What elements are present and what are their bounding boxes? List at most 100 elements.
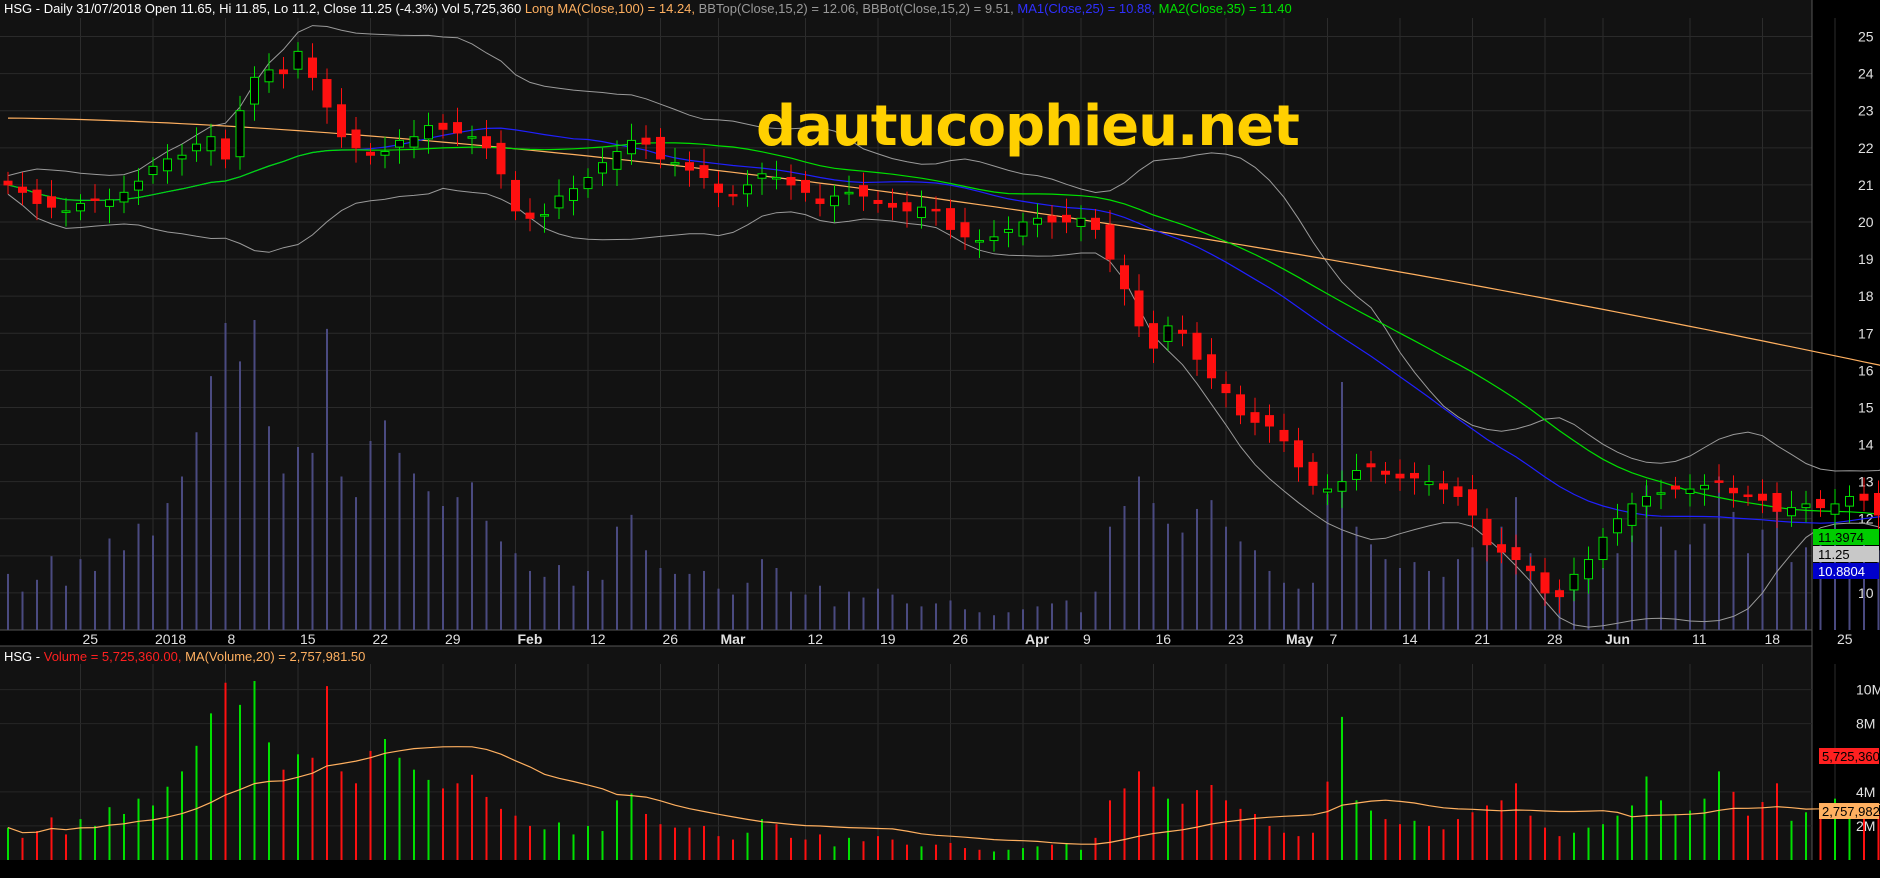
- candle-body: [598, 162, 607, 174]
- price-value-label: 11.25: [1813, 546, 1879, 562]
- candle-body: [554, 195, 564, 209]
- candle-body: [1163, 325, 1173, 342]
- volume-tick-label: 8M: [1856, 716, 1875, 732]
- y-tick-label: 21: [1858, 177, 1874, 193]
- candle-body: [1482, 518, 1492, 546]
- candle-body: [453, 122, 462, 134]
- x-tick-label: 23: [1228, 631, 1244, 647]
- candle-body: [351, 129, 361, 149]
- x-tick-label: 26: [953, 631, 969, 647]
- y-tick-label: 18: [1858, 288, 1874, 304]
- header-bbbot: BBBot(Close,15,2) = 9.51,: [862, 1, 1014, 16]
- candle-body: [1598, 536, 1608, 561]
- candle-body: [1656, 492, 1666, 495]
- candle-body: [1178, 329, 1187, 334]
- candle-body: [830, 195, 839, 207]
- volume-value-label: 5,725,360: [1819, 748, 1880, 764]
- candle-body: [192, 143, 201, 152]
- candle-body: [612, 151, 622, 170]
- candle-body: [960, 222, 970, 238]
- candle-body: [1830, 503, 1840, 515]
- price-header: HSG - Daily 31/07/2018 Open 11.65, Hi 11…: [4, 1, 1292, 16]
- x-tick-label: 29: [445, 631, 461, 647]
- candle-body: [438, 122, 448, 130]
- candle-body: [1236, 394, 1245, 416]
- candle-body: [1511, 547, 1521, 561]
- candle-body: [670, 162, 680, 165]
- candle-body: [1366, 463, 1376, 468]
- y-tick-label: 16: [1858, 362, 1874, 378]
- y-tick-label: 13: [1858, 474, 1874, 490]
- candle-body: [1685, 488, 1695, 495]
- y-tick-label: 20: [1858, 214, 1874, 230]
- candle-body: [1801, 503, 1811, 509]
- volume-header-volume: Volume = 5,725,360.00,: [43, 649, 182, 664]
- candle-body: [1859, 493, 1869, 501]
- candle-body: [250, 76, 259, 105]
- candle-body: [496, 142, 506, 175]
- candle-body: [1613, 518, 1622, 534]
- candle-body: [1076, 217, 1086, 227]
- price-value-label-text: 10.8804: [1818, 564, 1865, 579]
- candle-body: [1308, 461, 1318, 486]
- candle-body: [1439, 483, 1448, 490]
- candle-body: [917, 206, 926, 219]
- price-value-label: 10.8804: [1813, 563, 1879, 579]
- x-tick-label: 12: [808, 631, 824, 647]
- candle-body: [148, 165, 158, 176]
- candle-body: [380, 151, 390, 156]
- y-tick-label: 24: [1858, 66, 1874, 82]
- candle-body: [1410, 472, 1419, 479]
- x-tick-label: May: [1286, 631, 1313, 647]
- candle-body: [1555, 590, 1564, 598]
- y-tick-label: 23: [1858, 103, 1874, 119]
- price-value-label: 11.3974: [1813, 529, 1879, 545]
- candle-body: [656, 136, 665, 160]
- y-tick-label: 17: [1858, 325, 1874, 341]
- candle-body: [1221, 383, 1231, 394]
- candle-body: [801, 179, 810, 193]
- candle-body: [815, 198, 825, 204]
- candle-body: [714, 183, 723, 193]
- x-tick-label: 12: [590, 631, 606, 647]
- y-tick-label: 22: [1858, 140, 1874, 156]
- candle-body: [946, 208, 955, 230]
- header-long-ma: Long MA(Close,100) = 14.24,: [524, 1, 696, 16]
- candle-body: [90, 198, 100, 202]
- candle-body: [1192, 332, 1202, 360]
- candle-body: [1526, 565, 1535, 572]
- candle-body: [583, 176, 593, 190]
- x-tick-label: 26: [663, 631, 679, 647]
- candle-body: [47, 196, 56, 208]
- candle-body: [1004, 228, 1013, 233]
- x-tick-label: 14: [1402, 631, 1418, 647]
- candle-body: [1381, 470, 1390, 475]
- candle-body: [61, 210, 71, 213]
- candle-body: [1207, 354, 1216, 379]
- candle-body: [206, 136, 216, 152]
- y-tick-label: 19: [1858, 251, 1874, 267]
- candle-body: [569, 188, 578, 201]
- candle-body: [685, 162, 694, 171]
- candle-body: [1352, 470, 1361, 480]
- y-tick-label: 10: [1858, 585, 1874, 601]
- candle-body: [1816, 498, 1825, 509]
- candle-body: [511, 179, 520, 212]
- volume-panel: [0, 646, 1812, 860]
- candle-body: [525, 212, 535, 219]
- candle-body: [1062, 214, 1071, 223]
- candle-body: [279, 69, 288, 75]
- candle-body: [467, 136, 477, 139]
- candle-body: [975, 240, 984, 243]
- candle-body: [540, 214, 549, 217]
- y-tick-label: 25: [1858, 29, 1874, 45]
- header-bbtop: BBTop(Close,15,2) = 12.06,: [698, 1, 859, 16]
- y-tick-label: 15: [1858, 399, 1874, 415]
- candle-body: [1627, 503, 1637, 526]
- candle-body: [772, 176, 781, 180]
- candle-body: [641, 137, 651, 145]
- volume-tick-label: 2M: [1856, 818, 1875, 834]
- volume-header-prefix: HSG -: [4, 649, 44, 664]
- candle-body: [888, 202, 897, 208]
- candle-body: [1105, 224, 1115, 260]
